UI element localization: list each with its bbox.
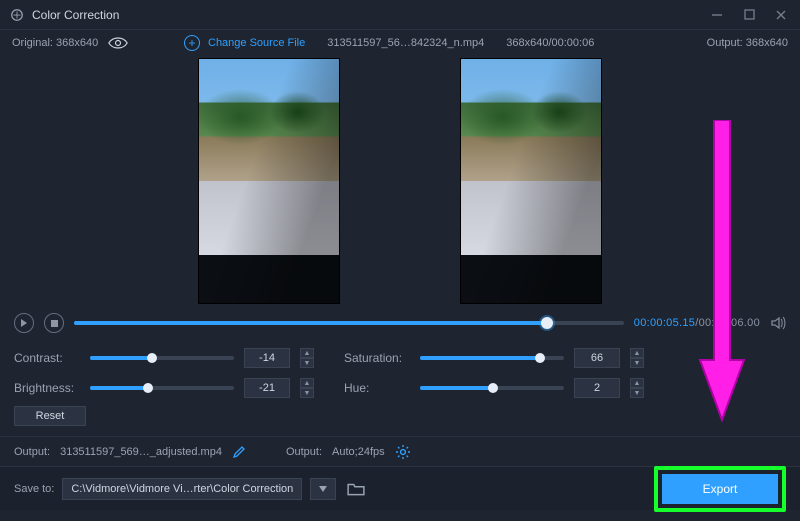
output-filename: 313511597_569…_adjusted.mp4 <box>60 446 222 458</box>
output-dimensions-label: Output: 368x640 <box>707 37 788 49</box>
output-format-value: Auto;24fps <box>332 446 385 458</box>
timecode: 00:00:05.15/00:00:06.00 <box>634 317 760 329</box>
source-dimensions-duration: 368x640/00:00:06 <box>506 37 594 49</box>
hue-stepper[interactable]: ▲▼ <box>630 378 644 398</box>
output-format-label: Output: <box>286 446 322 458</box>
hue-value[interactable]: 2 <box>574 378 620 398</box>
export-button[interactable]: Export <box>662 474 778 504</box>
brightness-value[interactable]: -21 <box>244 378 290 398</box>
stop-button[interactable] <box>44 313 64 333</box>
edit-filename-icon[interactable] <box>232 445 246 459</box>
contrast-slider[interactable] <box>90 356 234 360</box>
current-time: 00:00:05.15 <box>634 317 695 329</box>
contrast-label: Contrast: <box>14 351 80 365</box>
minimize-button[interactable] <box>708 6 726 24</box>
original-dimensions-label: Original: 368x640 <box>12 37 98 49</box>
save-path-dropdown[interactable] <box>310 478 336 500</box>
volume-icon[interactable] <box>770 315 786 331</box>
export-highlight: Export <box>654 466 786 512</box>
hue-label: Hue: <box>344 381 410 395</box>
change-source-file-button[interactable]: + Change Source File <box>184 35 305 51</box>
plus-circle-icon: + <box>184 35 200 51</box>
maximize-button[interactable] <box>740 6 758 24</box>
brightness-label: Brightness: <box>14 381 80 395</box>
seek-slider[interactable] <box>74 321 624 325</box>
output-preview <box>460 58 602 304</box>
app-icon <box>10 8 24 22</box>
window-title: Color Correction <box>32 8 119 22</box>
save-to-label: Save to: <box>14 483 54 495</box>
hue-slider[interactable] <box>420 386 564 390</box>
contrast-stepper[interactable]: ▲▼ <box>300 348 314 368</box>
output-settings-gear-icon[interactable] <box>395 444 411 460</box>
brightness-stepper[interactable]: ▲▼ <box>300 378 314 398</box>
source-filename: 313511597_56…842324_n.mp4 <box>327 37 484 49</box>
saturation-value[interactable]: 66 <box>574 348 620 368</box>
saturation-slider[interactable] <box>420 356 564 360</box>
saturation-label: Saturation: <box>344 351 410 365</box>
close-button[interactable] <box>772 6 790 24</box>
play-button[interactable] <box>14 313 34 333</box>
contrast-value[interactable]: -14 <box>244 348 290 368</box>
saturation-stepper[interactable]: ▲▼ <box>630 348 644 368</box>
brightness-slider[interactable] <box>90 386 234 390</box>
original-preview <box>198 58 340 304</box>
output-filename-label: Output: <box>14 446 50 458</box>
change-source-file-label: Change Source File <box>208 37 305 49</box>
save-path-field[interactable]: C:\Vidmore\Vidmore Vi…rter\Color Correct… <box>62 478 302 500</box>
open-folder-icon[interactable] <box>344 478 368 500</box>
preview-toggle-eye-icon[interactable] <box>108 37 126 49</box>
duration: 00:00:06.00 <box>699 317 760 329</box>
reset-button[interactable]: Reset <box>14 406 86 426</box>
